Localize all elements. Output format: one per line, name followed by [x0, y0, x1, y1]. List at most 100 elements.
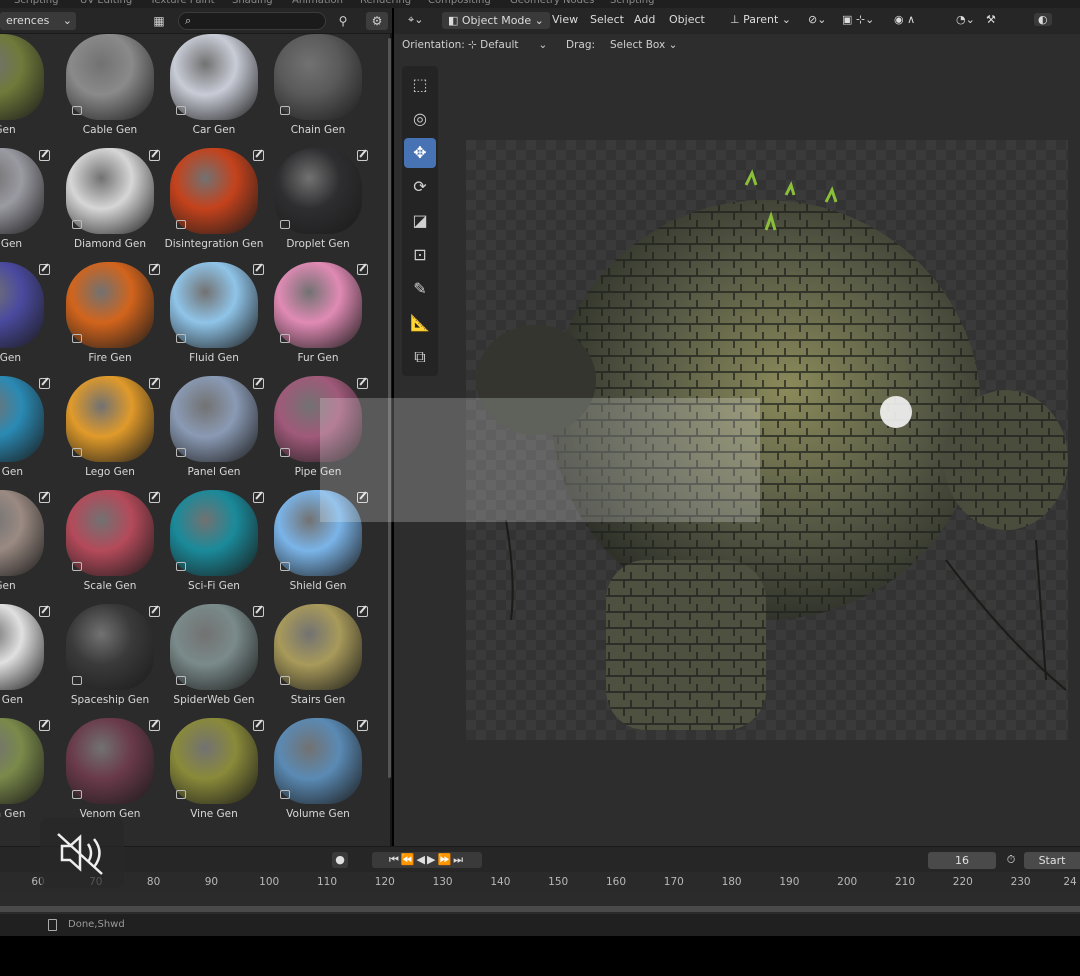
menu-select[interactable]: Select	[590, 13, 624, 26]
edit-icon[interactable]	[357, 264, 368, 275]
edit-icon[interactable]	[253, 492, 264, 503]
add-cube-icon[interactable]: ⧉	[404, 342, 436, 372]
workspace-tab[interactable]: Scripting	[610, 0, 654, 6]
edit-icon[interactable]	[39, 492, 50, 503]
asset-item[interactable]: Fluid Gen	[162, 262, 266, 376]
edit-icon[interactable]	[149, 378, 160, 389]
overlay-icon[interactable]: ◐	[1034, 13, 1052, 26]
snap-icon[interactable]: ⊘⌄	[808, 13, 826, 26]
edit-icon[interactable]	[39, 606, 50, 617]
measure-icon[interactable]: 📐	[404, 308, 436, 338]
timeline-body[interactable]	[0, 894, 1080, 914]
cursor-icon[interactable]: ◎	[404, 104, 436, 134]
asset-item[interactable]: SpiderWeb Gen	[162, 604, 266, 718]
asset-item[interactable]: Disintegration Gen	[162, 148, 266, 262]
asset-item[interactable]: Fire Gen	[58, 262, 162, 376]
stopwatch-icon[interactable]: ⏱	[1004, 852, 1018, 868]
mute-button[interactable]	[40, 818, 124, 888]
asset-item[interactable]: Scale Gen	[58, 490, 162, 604]
viewport-icon[interactable]: ⌖⌄	[408, 13, 423, 27]
rotate-icon[interactable]: ⟳	[404, 172, 436, 202]
menu-add[interactable]: Add	[634, 13, 655, 26]
move-icon[interactable]: ✥	[404, 138, 436, 168]
workspace-tab[interactable]: Texture Paint	[150, 0, 215, 6]
mode-dropdown[interactable]: ◧ Object Mode ⌄	[442, 12, 550, 29]
edit-icon[interactable]	[149, 720, 160, 731]
asset-label: Stairs Gen	[290, 694, 346, 706]
annotate-icon[interactable]: ✎	[404, 274, 436, 304]
edit-icon[interactable]	[357, 378, 368, 389]
asset-item[interactable]: h Gen	[0, 34, 52, 148]
workspace-tab[interactable]: Rendering	[360, 0, 411, 6]
edit-icon[interactable]	[149, 492, 160, 503]
search-input[interactable]: ⌕	[178, 12, 326, 30]
asset-thumbnail	[0, 262, 44, 348]
asset-item[interactable]: age Gen	[0, 148, 52, 262]
select-box-icon[interactable]: ⬚	[404, 70, 436, 100]
gizmo-icon[interactable]: ⚒	[986, 13, 996, 26]
asset-item[interactable]: Venom Gen	[58, 718, 162, 832]
asset-item[interactable]: ation Gen	[0, 718, 52, 832]
asset-item[interactable]: lake Gen	[0, 604, 52, 718]
asset-item[interactable]: Panel Gen	[162, 376, 266, 490]
edit-icon[interactable]	[149, 264, 160, 275]
falloff-icon[interactable]: ◉ ∧	[894, 13, 915, 26]
edit-icon[interactable]	[253, 378, 264, 389]
edit-icon[interactable]	[253, 150, 264, 161]
asset-item[interactable]: Chain Gen	[266, 34, 370, 148]
workspace-tab[interactable]: Geometry Nodes	[510, 0, 594, 6]
timeline-ruler[interactable]: 6070809010011012013014015016017018019020…	[0, 872, 1080, 894]
edit-icon[interactable]	[253, 264, 264, 275]
edit-icon[interactable]	[253, 720, 264, 731]
timeline-tick-label: 100	[259, 876, 280, 888]
asset-item[interactable]: Volume Gen	[266, 718, 370, 832]
current-frame-field[interactable]: 16	[928, 852, 996, 869]
visibility-icon[interactable]: ◔⌄	[956, 13, 975, 26]
edit-icon[interactable]	[357, 720, 368, 731]
filter-icon[interactable]: ⚲	[332, 12, 354, 30]
workspace-tab[interactable]: UV Editing	[80, 0, 132, 6]
workspace-tab[interactable]: Animation	[292, 0, 343, 6]
asset-item[interactable]: d Gen	[0, 490, 52, 604]
grid-view-icon[interactable]: ▦	[148, 12, 170, 30]
asset-item[interactable]: Droplet Gen	[266, 148, 370, 262]
library-dropdown[interactable]: erences ⌄	[0, 12, 76, 30]
record-icon[interactable]: ●	[332, 852, 348, 868]
asset-item[interactable]: Diamond Gen	[58, 148, 162, 262]
asset-item[interactable]: Lego Gen	[58, 376, 162, 490]
menu-view[interactable]: View	[552, 13, 578, 26]
drag-dropdown[interactable]: Select Box ⌄	[610, 39, 677, 51]
edit-icon[interactable]	[357, 150, 368, 161]
gear-icon[interactable]: ⚙	[366, 12, 388, 30]
asset-type-icon	[280, 220, 290, 229]
edit-icon[interactable]	[149, 606, 160, 617]
asset-item[interactable]: Fur Gen	[266, 262, 370, 376]
pivot-dropdown[interactable]: ⊥ Parent ⌄	[730, 13, 791, 26]
asset-item[interactable]: Stairs Gen	[266, 604, 370, 718]
workspace-tab[interactable]: Compositing	[428, 0, 491, 6]
timeline-scrollbar[interactable]	[0, 906, 1080, 912]
asset-item[interactable]: Vine Gen	[162, 718, 266, 832]
workspace-tab[interactable]: Shading	[232, 0, 273, 6]
edit-icon[interactable]	[39, 264, 50, 275]
menu-object[interactable]: Object	[669, 13, 705, 26]
asset-item[interactable]: Sci-Fi Gen	[162, 490, 266, 604]
orientation-dropdown[interactable]: ⊹ Default ⌄	[468, 39, 547, 51]
asset-item[interactable]: Car Gen	[162, 34, 266, 148]
edit-icon[interactable]	[149, 150, 160, 161]
workspace-tab[interactable]: Scripting	[14, 0, 58, 6]
asset-item[interactable]: ner Gen	[0, 262, 52, 376]
asset-item[interactable]: Spaceship Gen	[58, 604, 162, 718]
edit-icon[interactable]	[39, 378, 50, 389]
playback-controls[interactable]: ⏮⏪◀▶⏩⏭	[372, 852, 482, 868]
asset-item[interactable]: Cable Gen	[58, 34, 162, 148]
proportional-icon[interactable]: ▣ ⊹⌄	[842, 13, 874, 26]
asset-item[interactable]: oike Gen	[0, 376, 52, 490]
edit-icon[interactable]	[357, 606, 368, 617]
transform-icon[interactable]: ⊡	[404, 240, 436, 270]
edit-icon[interactable]	[39, 720, 50, 731]
edit-icon[interactable]	[39, 150, 50, 161]
scale-icon[interactable]: ◪	[404, 206, 436, 236]
edit-icon[interactable]	[253, 606, 264, 617]
start-frame-field[interactable]: Start	[1024, 852, 1080, 869]
